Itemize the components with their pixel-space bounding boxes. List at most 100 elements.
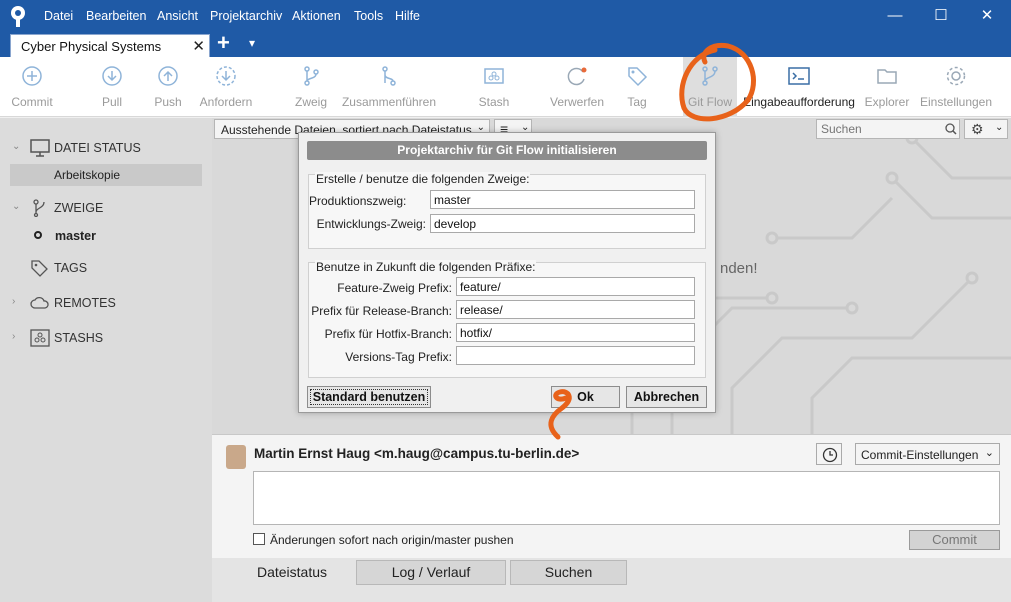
commit-label: Commit	[11, 95, 53, 109]
toolbar: Commit Pull Push Anfordern Zweig Zusamme…	[0, 57, 1011, 117]
repo-tab[interactable]: Cyber Physical Systems ✕	[10, 34, 210, 58]
commit-options-dropdown[interactable]: Commit-Einstellungen ⌄	[855, 443, 1000, 465]
production-branch-label: Produktionszweig:	[309, 194, 407, 208]
gitflow-init-dialog: Projektarchiv für Git Flow initialisiere…	[298, 132, 716, 413]
explorer-button[interactable]: Explorer	[862, 57, 912, 117]
develop-branch-input[interactable]	[430, 214, 695, 233]
menu-actions[interactable]: Aktionen	[292, 9, 341, 23]
sidebar-remotes-label: REMOTES	[54, 296, 116, 310]
menu-help[interactable]: Hilfe	[395, 9, 420, 23]
sidebar-file-status-label: DATEI STATUS	[54, 141, 141, 155]
current-branch-icon	[34, 231, 42, 239]
branches-group-title: Erstelle / benutze die folgenden Zweige:	[315, 172, 531, 186]
commit-panel: Martin Ernst Haug <m.haug@campus.tu-berl…	[212, 434, 1011, 558]
push-immediately-checkbox[interactable]	[253, 533, 265, 545]
sidebar-section-file-status[interactable]: ⌄ DATEI STATUS	[0, 138, 212, 160]
merge-button[interactable]: Zusammenführen	[340, 57, 438, 117]
tab-dropdown-icon[interactable]: ▾	[249, 36, 255, 50]
maximize-button[interactable]: ☐	[918, 0, 964, 32]
release-prefix-label: Prefix für Release-Branch:	[311, 304, 452, 318]
terminal-button[interactable]: Eingabeaufforderung	[742, 57, 856, 117]
sidebar-section-tags[interactable]: TAGS	[0, 258, 212, 280]
empty-state-message: nden!	[720, 260, 758, 277]
use-defaults-button[interactable]: Standard benutzen	[307, 386, 431, 408]
search-input[interactable]	[816, 119, 960, 139]
commit-icon	[22, 66, 42, 86]
search-icon	[945, 123, 957, 135]
gear-icon	[946, 66, 966, 86]
working-copy-label: Arbeitskopie	[54, 168, 121, 182]
tab-file-status[interactable]: Dateistatus	[230, 560, 354, 585]
terminal-label: Eingabeaufforderung	[743, 95, 855, 109]
sidebar-branches-label: ZWEIGE	[54, 201, 104, 215]
release-prefix-input[interactable]	[456, 300, 695, 319]
feature-prefix-label: Feature-Zweig Prefix:	[337, 281, 452, 295]
settings-button[interactable]: Einstellungen	[918, 57, 994, 117]
branch-button[interactable]: Zweig	[288, 57, 334, 117]
commit-message-input[interactable]	[253, 471, 1000, 525]
merge-label: Zusammenführen	[341, 95, 437, 109]
tag-button[interactable]: Tag	[620, 57, 654, 117]
cancel-button[interactable]: Abbrechen	[626, 386, 707, 408]
minimize-button[interactable]: —	[872, 0, 918, 32]
tag-icon	[628, 67, 648, 87]
push-label: Push	[154, 95, 182, 109]
stash-button[interactable]: Stash	[474, 57, 514, 117]
ok-button[interactable]: Ok	[551, 386, 620, 408]
gear-icon: ⚙	[971, 121, 984, 137]
explorer-label: Explorer	[864, 95, 910, 109]
hotfix-prefix-input[interactable]	[456, 323, 695, 342]
branch-icon	[33, 199, 45, 217]
version-tag-prefix-input[interactable]	[456, 346, 695, 365]
menu-repository[interactable]: Projektarchiv	[210, 9, 282, 23]
commit-button[interactable]: Commit	[4, 57, 60, 117]
commit-author: Martin Ernst Haug <m.haug@campus.tu-berl…	[254, 446, 580, 461]
repo-tab-title: Cyber Physical Systems	[21, 39, 162, 54]
menu-file[interactable]: Datei	[44, 9, 73, 23]
sidebar-item-working-copy[interactable]: Arbeitskopie	[10, 164, 202, 186]
pull-button[interactable]: Pull	[88, 57, 136, 117]
push-button[interactable]: Push	[144, 57, 192, 117]
stash-label: Stash	[478, 95, 510, 109]
push-immediately-label: Änderungen sofort nach origin/master pus…	[270, 533, 514, 547]
menu-view[interactable]: Ansicht	[157, 9, 198, 23]
version-tag-prefix-label: Versions-Tag Prefix:	[345, 350, 452, 364]
tag-label: Tag	[627, 95, 647, 109]
chevron-down-icon: ⌄	[12, 141, 21, 152]
sidebar-stashes-label: STASHS	[54, 331, 104, 345]
terminal-icon	[788, 67, 810, 85]
add-tab-button[interactable]: +	[217, 30, 230, 56]
menu-tools[interactable]: Tools	[354, 9, 383, 23]
close-tab-icon[interactable]: ✕	[192, 37, 205, 55]
sourcetree-logo-icon	[11, 6, 25, 27]
fetch-label: Anfordern	[199, 95, 253, 109]
chevron-right-icon: ›	[12, 331, 16, 342]
sidebar-section-branches[interactable]: ⌄ ZWEIGE	[0, 198, 212, 220]
feature-prefix-input[interactable]	[456, 277, 695, 296]
commit-submit-button[interactable]: Commit	[909, 530, 1000, 550]
close-window-button[interactable]: ✕	[964, 0, 1010, 32]
gitflow-icon	[702, 66, 718, 86]
chevron-down-icon: ⌄	[995, 122, 1004, 133]
tab-search[interactable]: Suchen	[510, 560, 627, 585]
menu-edit[interactable]: Bearbeiten	[86, 9, 146, 23]
gitflow-button[interactable]: Git Flow	[683, 57, 737, 117]
pull-icon	[102, 66, 122, 86]
sidebar-section-stashes[interactable]: › STASHS	[0, 328, 212, 350]
discard-label: Verwerfen	[549, 95, 605, 109]
filter-settings-button[interactable]: ⚙ ⌄	[964, 119, 1008, 139]
branches-group: Erstelle / benutze die folgenden Zweige:	[308, 172, 706, 249]
discard-button[interactable]: Verwerfen	[546, 57, 608, 117]
production-branch-input[interactable]	[430, 190, 695, 209]
chevron-down-icon: ⌄	[984, 447, 994, 459]
fetch-button[interactable]: Anfordern	[196, 57, 256, 117]
push-icon	[158, 66, 178, 86]
chevron-down-icon: ⌄	[12, 201, 21, 212]
history-button[interactable]	[816, 443, 842, 465]
chevron-right-icon: ›	[12, 296, 16, 307]
tab-log-history[interactable]: Log / Verlauf	[356, 560, 506, 585]
sidebar-item-master[interactable]: master	[55, 229, 96, 243]
stash-icon	[484, 68, 504, 84]
title-bar: Datei Bearbeiten Ansicht Projektarchiv A…	[0, 0, 1011, 32]
sidebar-section-remotes[interactable]: › REMOTES	[0, 293, 212, 315]
